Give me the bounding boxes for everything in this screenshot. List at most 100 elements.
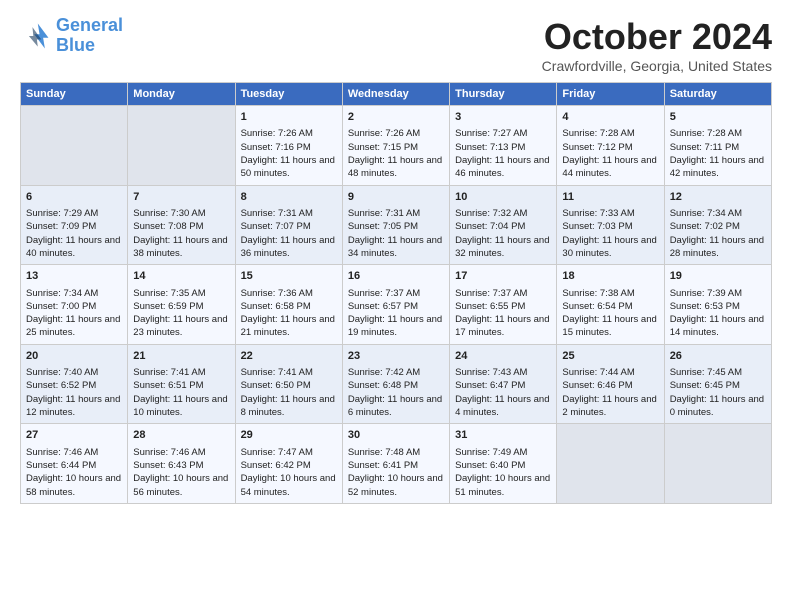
calendar-cell: 9Sunrise: 7:31 AMSunset: 7:05 PMDaylight… (342, 185, 449, 265)
sunset-text: Sunset: 6:46 PM (562, 379, 658, 392)
day-number: 19 (670, 269, 766, 284)
sunset-text: Sunset: 6:48 PM (348, 379, 444, 392)
sunset-text: Sunset: 7:03 PM (562, 220, 658, 233)
week-row-5: 27Sunrise: 7:46 AMSunset: 6:44 PMDayligh… (21, 424, 772, 504)
day-number: 20 (26, 349, 122, 364)
sunrise-text: Sunrise: 7:30 AM (133, 207, 229, 220)
calendar-cell: 13Sunrise: 7:34 AMSunset: 7:00 PMDayligh… (21, 265, 128, 345)
daylight-text: Daylight: 11 hours and 19 minutes. (348, 313, 444, 340)
calendar-cell: 28Sunrise: 7:46 AMSunset: 6:43 PMDayligh… (128, 424, 235, 504)
sunrise-text: Sunrise: 7:46 AM (133, 446, 229, 459)
col-header-tuesday: Tuesday (235, 83, 342, 106)
sunset-text: Sunset: 6:57 PM (348, 300, 444, 313)
sunset-text: Sunset: 6:53 PM (670, 300, 766, 313)
daylight-text: Daylight: 10 hours and 54 minutes. (241, 472, 337, 499)
calendar-cell: 16Sunrise: 7:37 AMSunset: 6:57 PMDayligh… (342, 265, 449, 345)
sunset-text: Sunset: 6:42 PM (241, 459, 337, 472)
col-header-wednesday: Wednesday (342, 83, 449, 106)
calendar-cell: 5Sunrise: 7:28 AMSunset: 7:11 PMDaylight… (664, 106, 771, 186)
day-number: 13 (26, 269, 122, 284)
calendar-cell: 24Sunrise: 7:43 AMSunset: 6:47 PMDayligh… (450, 344, 557, 424)
month-title: October 2024 (542, 16, 772, 58)
sunrise-text: Sunrise: 7:37 AM (348, 287, 444, 300)
sunset-text: Sunset: 6:44 PM (26, 459, 122, 472)
sunrise-text: Sunrise: 7:39 AM (670, 287, 766, 300)
calendar-cell: 23Sunrise: 7:42 AMSunset: 6:48 PMDayligh… (342, 344, 449, 424)
day-number: 1 (241, 110, 337, 125)
day-number: 22 (241, 349, 337, 364)
daylight-text: Daylight: 11 hours and 0 minutes. (670, 393, 766, 420)
col-header-sunday: Sunday (21, 83, 128, 106)
daylight-text: Daylight: 11 hours and 15 minutes. (562, 313, 658, 340)
calendar-cell: 1Sunrise: 7:26 AMSunset: 7:16 PMDaylight… (235, 106, 342, 186)
calendar-cell: 26Sunrise: 7:45 AMSunset: 6:45 PMDayligh… (664, 344, 771, 424)
week-row-4: 20Sunrise: 7:40 AMSunset: 6:52 PMDayligh… (21, 344, 772, 424)
sunrise-text: Sunrise: 7:41 AM (241, 366, 337, 379)
sunset-text: Sunset: 7:07 PM (241, 220, 337, 233)
calendar-cell: 21Sunrise: 7:41 AMSunset: 6:51 PMDayligh… (128, 344, 235, 424)
daylight-text: Daylight: 11 hours and 48 minutes. (348, 154, 444, 181)
sunrise-text: Sunrise: 7:45 AM (670, 366, 766, 379)
day-number: 30 (348, 428, 444, 443)
sunrise-text: Sunrise: 7:33 AM (562, 207, 658, 220)
sunrise-text: Sunrise: 7:35 AM (133, 287, 229, 300)
daylight-text: Daylight: 11 hours and 21 minutes. (241, 313, 337, 340)
day-number: 3 (455, 110, 551, 125)
day-number: 2 (348, 110, 444, 125)
logo-blue: Blue (56, 35, 95, 55)
sunset-text: Sunset: 6:59 PM (133, 300, 229, 313)
daylight-text: Daylight: 10 hours and 52 minutes. (348, 472, 444, 499)
day-number: 24 (455, 349, 551, 364)
daylight-text: Daylight: 10 hours and 58 minutes. (26, 472, 122, 499)
calendar-cell: 4Sunrise: 7:28 AMSunset: 7:12 PMDaylight… (557, 106, 664, 186)
daylight-text: Daylight: 10 hours and 56 minutes. (133, 472, 229, 499)
sunrise-text: Sunrise: 7:47 AM (241, 446, 337, 459)
daylight-text: Daylight: 11 hours and 4 minutes. (455, 393, 551, 420)
col-header-thursday: Thursday (450, 83, 557, 106)
week-row-1: 1Sunrise: 7:26 AMSunset: 7:16 PMDaylight… (21, 106, 772, 186)
sunset-text: Sunset: 6:51 PM (133, 379, 229, 392)
logo: General Blue (20, 16, 123, 56)
sunset-text: Sunset: 6:47 PM (455, 379, 551, 392)
sunrise-text: Sunrise: 7:41 AM (133, 366, 229, 379)
sunset-text: Sunset: 7:16 PM (241, 141, 337, 154)
sunrise-text: Sunrise: 7:46 AM (26, 446, 122, 459)
daylight-text: Daylight: 11 hours and 12 minutes. (26, 393, 122, 420)
page: General Blue October 2024 Crawfordville,… (0, 0, 792, 612)
calendar-cell: 29Sunrise: 7:47 AMSunset: 6:42 PMDayligh… (235, 424, 342, 504)
sunrise-text: Sunrise: 7:44 AM (562, 366, 658, 379)
sunset-text: Sunset: 7:11 PM (670, 141, 766, 154)
day-number: 6 (26, 190, 122, 205)
calendar-cell: 12Sunrise: 7:34 AMSunset: 7:02 PMDayligh… (664, 185, 771, 265)
calendar-cell (664, 424, 771, 504)
sunset-text: Sunset: 6:54 PM (562, 300, 658, 313)
daylight-text: Daylight: 11 hours and 32 minutes. (455, 234, 551, 261)
day-number: 12 (670, 190, 766, 205)
col-header-saturday: Saturday (664, 83, 771, 106)
daylight-text: Daylight: 11 hours and 28 minutes. (670, 234, 766, 261)
calendar-cell (557, 424, 664, 504)
day-number: 15 (241, 269, 337, 284)
daylight-text: Daylight: 11 hours and 2 minutes. (562, 393, 658, 420)
daylight-text: Daylight: 11 hours and 6 minutes. (348, 393, 444, 420)
calendar-cell: 6Sunrise: 7:29 AMSunset: 7:09 PMDaylight… (21, 185, 128, 265)
day-number: 8 (241, 190, 337, 205)
calendar-cell: 7Sunrise: 7:30 AMSunset: 7:08 PMDaylight… (128, 185, 235, 265)
sunrise-text: Sunrise: 7:28 AM (670, 127, 766, 140)
daylight-text: Daylight: 11 hours and 30 minutes. (562, 234, 658, 261)
sunset-text: Sunset: 6:41 PM (348, 459, 444, 472)
calendar-cell (21, 106, 128, 186)
sunrise-text: Sunrise: 7:29 AM (26, 207, 122, 220)
calendar-cell: 2Sunrise: 7:26 AMSunset: 7:15 PMDaylight… (342, 106, 449, 186)
sunrise-text: Sunrise: 7:31 AM (348, 207, 444, 220)
calendar-cell: 11Sunrise: 7:33 AMSunset: 7:03 PMDayligh… (557, 185, 664, 265)
sunrise-text: Sunrise: 7:49 AM (455, 446, 551, 459)
daylight-text: Daylight: 11 hours and 38 minutes. (133, 234, 229, 261)
col-header-friday: Friday (557, 83, 664, 106)
sunrise-text: Sunrise: 7:34 AM (670, 207, 766, 220)
sunrise-text: Sunrise: 7:27 AM (455, 127, 551, 140)
daylight-text: Daylight: 11 hours and 17 minutes. (455, 313, 551, 340)
day-number: 27 (26, 428, 122, 443)
sunset-text: Sunset: 7:08 PM (133, 220, 229, 233)
day-number: 21 (133, 349, 229, 364)
